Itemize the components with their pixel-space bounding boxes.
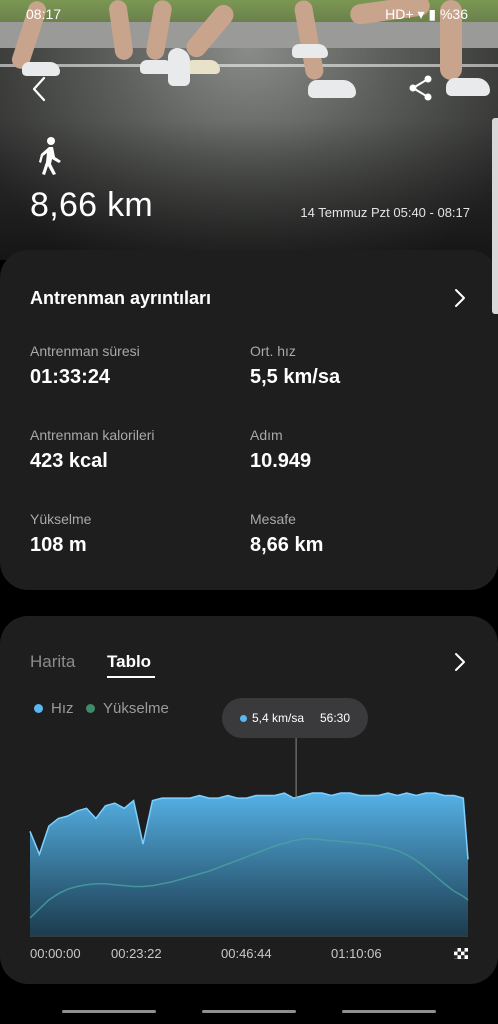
share-icon[interactable] — [408, 74, 434, 102]
x-tick-label: 00:46:44 — [221, 946, 272, 961]
metric-value-distance: 8,66 km — [250, 534, 324, 556]
metric-label-elevation: Yükselme — [30, 511, 92, 527]
chart-card: Harita Tablo Hız Yükselme 5,4 km/sa 56:3… — [0, 616, 498, 984]
status-indicators: HD+ ▾ ▮ %36 — [385, 6, 468, 22]
metric-value-elevation: 108 m — [30, 534, 87, 556]
x-tick-label: 00:23:22 — [111, 946, 162, 961]
metric-label-distance: Mesafe — [250, 511, 296, 527]
runner-shoe — [308, 80, 356, 98]
details-title: Antrenman ayrıntıları — [30, 288, 212, 308]
metric-value-calories: 423 kcal — [30, 450, 108, 472]
photo-lane-line — [0, 64, 498, 67]
metric-label-avg-speed: Ort. hız — [250, 343, 296, 359]
tab-map[interactable]: Harita — [30, 652, 75, 672]
tab-chart[interactable]: Tablo — [107, 652, 151, 672]
system-nav-bar — [0, 1010, 498, 1018]
metric-value-avg-speed: 5,5 km/sa — [250, 366, 341, 388]
finish-flag-icon — [454, 948, 468, 959]
legend-elevation-label: Yükselme — [103, 700, 169, 717]
speed-elevation-chart[interactable] — [0, 720, 498, 940]
runner-shoe — [446, 78, 490, 96]
metric-value-duration: 01:33:24 — [30, 366, 111, 388]
chevron-right-icon[interactable] — [454, 652, 466, 672]
walking-icon — [39, 137, 61, 175]
runner-shoe — [168, 48, 190, 86]
legend-speed-label: Hız — [51, 700, 74, 717]
metric-value-steps: 10.949 — [250, 450, 312, 472]
legend-elevation: Yükselme — [86, 700, 169, 717]
metric-label-calories: Antrenman kalorileri — [30, 427, 155, 443]
metric-label-duration: Antrenman süresi — [30, 343, 140, 359]
chevron-right-icon[interactable] — [454, 288, 466, 308]
status-bar: 08:17 HD+ ▾ ▮ %36 — [0, 6, 498, 26]
runner-shoe — [186, 60, 220, 74]
workout-details-card[interactable]: Antrenman ayrıntıları Antrenman süresi 0… — [0, 250, 498, 590]
speed-area — [30, 793, 468, 936]
active-tab-underline — [107, 676, 155, 678]
status-time: 08:17 — [26, 6, 62, 22]
x-tick-label: 01:10:06 — [331, 946, 382, 961]
header-date-range: 14 Temmuz Pzt 05:40 - 08:17 — [300, 205, 470, 220]
nav-home[interactable] — [202, 1010, 296, 1013]
legend-speed: Hız — [34, 700, 74, 717]
runner-shoe — [292, 44, 328, 58]
back-arrow-icon[interactable] — [28, 74, 50, 104]
scrollbar[interactable] — [492, 118, 498, 314]
metric-label-steps: Adım — [250, 427, 283, 443]
nav-recent[interactable] — [62, 1010, 156, 1013]
legend-speed-dot — [34, 703, 43, 713]
x-tick-label: 00:00:00 — [30, 946, 81, 961]
legend-elevation-dot — [86, 703, 95, 713]
nav-back[interactable] — [342, 1010, 436, 1013]
header-distance: 8,66 km — [30, 186, 154, 224]
